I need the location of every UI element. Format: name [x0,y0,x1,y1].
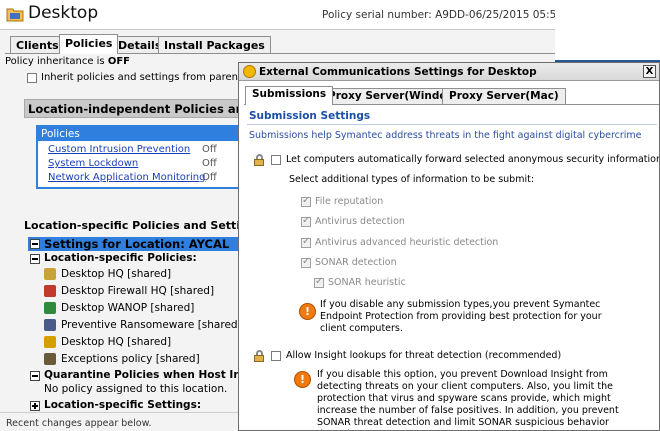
type-label: Antivirus detection [315,216,405,227]
warning-line: increase the number of false positives. … [317,405,619,416]
console-header: Desktop Policy serial number: A9DD-06/25… [0,0,555,30]
collapse-location-policies-icon[interactable] [30,254,40,264]
location-policy-item[interactable]: Desktop HQ [shared] [61,268,171,280]
close-button[interactable]: X [643,65,656,78]
inheritance-status: Policy inheritance is OFF [5,56,130,67]
file-reputation-checkbox[interactable] [301,195,311,207]
policy-link-custom-intrusion-prevention[interactable]: Custom Intrusion Prevention [48,144,190,155]
type-label: SONAR heuristic [328,277,406,288]
inherit-checkbox[interactable] [27,73,37,83]
section-title: Submission Settings [249,110,371,122]
location-independent-header: Location-independent Policies and Settin… [24,99,310,118]
warning-icon: ! [299,303,316,320]
lock-icon[interactable] [253,350,265,362]
warning-icon: ! [294,371,311,388]
network-icon [44,302,56,314]
section-divider [247,124,657,125]
policy-link-system-lockdown[interactable]: System Lockdown [48,158,138,169]
virus-protection-icon [44,268,56,280]
folder-icon [6,8,24,22]
sonar-detection-checkbox[interactable] [301,256,311,268]
warning-line: protection that virus and spyware scans … [317,393,611,404]
policy-status: Off [202,144,217,155]
location-policy-item[interactable]: Exceptions policy [shared] [61,353,200,365]
location-policy-item[interactable]: Desktop HQ [shared] [61,336,171,348]
inheritance-value: OFF [107,56,130,67]
submission-warning: If you disable any submission types,you … [320,299,602,335]
tab-install-packages[interactable]: Install Packages [158,36,271,53]
location-policy-item[interactable]: Preventive Ransomeware [shared] [61,319,242,331]
tab-submissions[interactable]: Submissions [245,86,334,105]
insight-warning: If you disable this option, you prevent … [317,369,659,430]
warning-line: SONAR threat detection and limit SONAR s… [317,417,609,430]
sonar-heuristic-checkbox[interactable] [314,276,324,288]
recent-changes-text: Recent changes appear below. [6,418,152,429]
location-label[interactable]: Settings for Location: AYCAL [44,237,229,251]
warning-line: client computers. [320,323,403,334]
quarantine-note: No policy assigned to this location. [44,383,228,395]
select-types-label: Select additional types of information t… [289,174,535,185]
collapse-location-icon[interactable] [30,239,40,249]
policies-panel-title: Policies [38,127,260,141]
insight-lookups-checkbox[interactable] [271,351,281,361]
dialog-titlebar[interactable]: External Communications Settings for Des… [239,63,659,81]
type-label: Antivirus advanced heuristic detection [315,237,499,248]
policy-link-network-application-monitoring[interactable]: Network Application Monitoring [48,172,205,183]
page-title: Desktop [28,3,99,23]
external-communications-dialog: External Communications Settings for Des… [238,62,660,431]
insight-lookups-label: Allow Insight lookups for threat detecti… [286,350,562,361]
section-description: Submissions help Symantec address threat… [249,130,642,141]
collapse-quarantine-icon[interactable] [30,371,40,381]
type-label: SONAR detection [315,257,397,268]
firewall-icon [44,285,56,297]
policy-status: Off [202,158,217,169]
warning-line: detecting threats on your client compute… [317,381,613,392]
expand-settings-icon[interactable] [30,401,40,411]
location-policy-item[interactable]: Desktop Firewall HQ [shared] [61,285,214,297]
symantec-icon [243,65,256,78]
policies-panel: Policies Custom Intrusion Prevention Off… [36,125,262,189]
exceptions-icon [44,353,56,365]
type-label: File reputation [315,196,384,207]
location-policies-label: Location-specific Policies: [44,252,197,264]
antivirus-detection-checkbox[interactable] [301,215,311,227]
location-settings-label: Location-specific Settings: [44,399,202,411]
tab-clients[interactable]: Clients [10,36,65,53]
desktop-background-top [555,0,660,60]
auto-forward-checkbox[interactable] [271,155,281,165]
tab-policies[interactable]: Policies [59,34,119,54]
location-policy-item[interactable]: Desktop WANOP [shared] [61,302,194,314]
location-specific-title: Location-specific Policies and Settings [24,219,263,232]
warning-line: If you disable any submission types,you … [320,299,601,310]
warning-line: Endpoint Protection from providing best … [320,311,602,322]
inheritance-label: Policy inheritance is [5,56,108,67]
lock-icon[interactable] [253,154,265,166]
liveupdate-icon [44,336,56,348]
warning-line: If you disable this option, you prevent … [317,369,608,380]
tab-proxy-server-mac[interactable]: Proxy Server(Mac) [442,88,566,104]
auto-forward-label: Let computers automatically forward sele… [286,154,660,165]
advanced-heuristic-checkbox[interactable] [301,236,311,248]
policy-status: Off [202,172,217,183]
policy-serial-number: Policy serial number: A9DD-06/25/2015 05… [322,9,555,21]
dialog-title: External Communications Settings for Des… [259,66,537,78]
shield-icon [44,319,56,331]
